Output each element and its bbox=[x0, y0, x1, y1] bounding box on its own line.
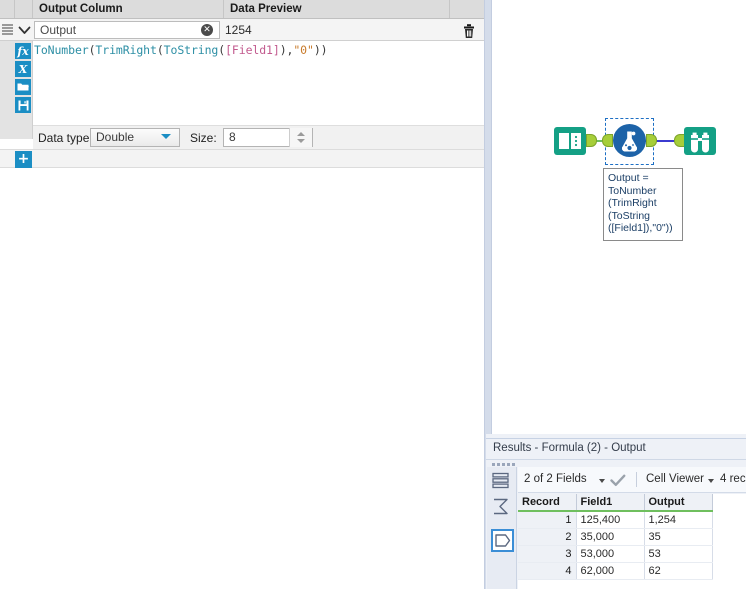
checkmark-icon[interactable] bbox=[610, 474, 626, 490]
workflow-canvas[interactable]: Output = ToNumber (TrimRight (ToString (… bbox=[492, 0, 746, 434]
formula-token: ToNumber bbox=[34, 43, 89, 57]
cell-field1: 53,000 bbox=[576, 545, 645, 563]
save-icon[interactable] bbox=[15, 97, 31, 113]
table-header-row: Record Field1 Output bbox=[518, 494, 713, 512]
chevron-down-icon[interactable] bbox=[599, 479, 605, 483]
clear-icon[interactable]: ✕ bbox=[201, 24, 213, 36]
cell-output: 53 bbox=[644, 545, 713, 563]
add-row-band: + bbox=[0, 149, 484, 168]
cell-viewer-label[interactable]: Cell Viewer bbox=[646, 473, 704, 485]
output-column-row: Output ✕ 1254 bbox=[0, 19, 484, 41]
formula-token: ) bbox=[320, 43, 328, 57]
results-titlebar: Results - Formula (2) - Output bbox=[486, 438, 746, 460]
formula-config-panel: Output Column Data Preview Output ✕ 1254 bbox=[0, 0, 484, 589]
header-data-preview: Data Preview bbox=[224, 0, 450, 18]
results-grid[interactable]: Record Field1 Output 1 125,400 1,254 2 3… bbox=[518, 494, 746, 589]
summary-sigma-icon[interactable] bbox=[491, 497, 514, 520]
header-grip-cell bbox=[0, 0, 15, 18]
formula-token: TrimRight bbox=[95, 43, 157, 57]
binoculars-icon bbox=[684, 125, 716, 157]
fields-count-label[interactable]: 2 of 2 Fields bbox=[524, 473, 587, 485]
formula-token: "0" bbox=[293, 43, 314, 57]
cell-field1: 35,000 bbox=[576, 528, 645, 546]
cell-field1: 62,000 bbox=[576, 562, 645, 580]
flask-icon bbox=[613, 124, 646, 157]
formula-token: [Field1] bbox=[225, 43, 280, 57]
output-connector[interactable] bbox=[586, 134, 597, 147]
formula-token: ) bbox=[313, 43, 321, 57]
column-header-field1[interactable]: Field1 bbox=[576, 494, 645, 512]
results-table: Record Field1 Output 1 125,400 1,254 2 3… bbox=[518, 494, 713, 580]
delete-row-icon[interactable] bbox=[461, 22, 477, 39]
function-icon[interactable]: fx bbox=[15, 43, 31, 59]
size-stepper[interactable] bbox=[289, 128, 312, 147]
formula-icon-strip: fx X bbox=[0, 41, 33, 139]
cell-output: 62 bbox=[644, 562, 713, 580]
open-folder-icon[interactable] bbox=[15, 79, 31, 95]
cell-record: 1 bbox=[518, 511, 577, 529]
size-label: Size: bbox=[190, 131, 217, 145]
datatype-row: Data type: Double Size: 8 bbox=[33, 125, 484, 149]
formula-expression: ToNumber(TrimRight(ToString([Field1]),"0… bbox=[34, 43, 328, 57]
table-row: 4 62,000 62 bbox=[518, 562, 713, 580]
input-connector[interactable] bbox=[602, 134, 613, 147]
cell-output: 35 bbox=[644, 528, 713, 546]
data-preview-value: 1254 bbox=[225, 23, 252, 37]
chevron-down-icon[interactable] bbox=[161, 134, 171, 139]
output-connector[interactable] bbox=[646, 134, 657, 147]
variable-icon[interactable]: X bbox=[15, 61, 31, 77]
toolbar-divider bbox=[636, 472, 637, 487]
table-row: 2 35,000 35 bbox=[518, 528, 713, 546]
formula-token: ToString bbox=[163, 43, 219, 57]
chevron-down-icon[interactable] bbox=[16, 20, 33, 40]
drag-handle-icon[interactable] bbox=[2, 22, 14, 37]
table-row: 3 53,000 53 bbox=[518, 545, 713, 563]
output-column-name-input[interactable]: Output bbox=[34, 21, 220, 39]
column-header-output[interactable]: Output bbox=[644, 494, 713, 512]
column-header-record[interactable]: Record bbox=[518, 494, 577, 512]
formula-token: ( bbox=[156, 43, 164, 57]
alteryx-window: Output Column Data Preview Output ✕ 1254 bbox=[0, 0, 746, 589]
results-view-rail bbox=[487, 467, 517, 589]
formula-editor[interactable]: ToNumber(TrimRight(ToString([Field1]),"0… bbox=[34, 41, 484, 119]
header-delete-cell bbox=[450, 0, 484, 18]
record-shape-icon[interactable] bbox=[491, 529, 514, 552]
results-panel: Results - Formula (2) - Output 2 of 2 Fi… bbox=[486, 434, 746, 589]
results-title: Results - Formula (2) - Output bbox=[493, 442, 646, 454]
formula-token: ) bbox=[279, 43, 287, 57]
record-count-label: 4 record bbox=[720, 473, 746, 485]
config-header-row: Output Column Data Preview bbox=[0, 0, 484, 19]
table-view-icon[interactable] bbox=[491, 471, 514, 494]
table-body: 1 125,400 1,254 2 35,000 35 3 53,000 53 bbox=[518, 511, 713, 580]
datatype-label: Data type: bbox=[38, 131, 93, 145]
table-row: 1 125,400 1,254 bbox=[518, 511, 713, 529]
cell-record: 3 bbox=[518, 545, 577, 563]
header-output-column: Output Column bbox=[33, 0, 224, 18]
config-empty-area bbox=[0, 168, 484, 589]
results-toolbar: 2 of 2 Fields Cell Viewer 4 record bbox=[518, 467, 746, 493]
chevron-down-icon[interactable] bbox=[708, 479, 714, 483]
book-icon bbox=[554, 125, 586, 157]
formula-annotation: Output = ToNumber (TrimRight (ToString (… bbox=[603, 168, 683, 241]
header-expand-cell bbox=[15, 0, 33, 18]
add-formula-button[interactable]: + bbox=[15, 151, 32, 168]
cell-output: 1,254 bbox=[644, 511, 713, 529]
cell-record: 4 bbox=[518, 562, 577, 580]
cell-field1: 125,400 bbox=[576, 511, 645, 529]
cell-record: 2 bbox=[518, 528, 577, 546]
